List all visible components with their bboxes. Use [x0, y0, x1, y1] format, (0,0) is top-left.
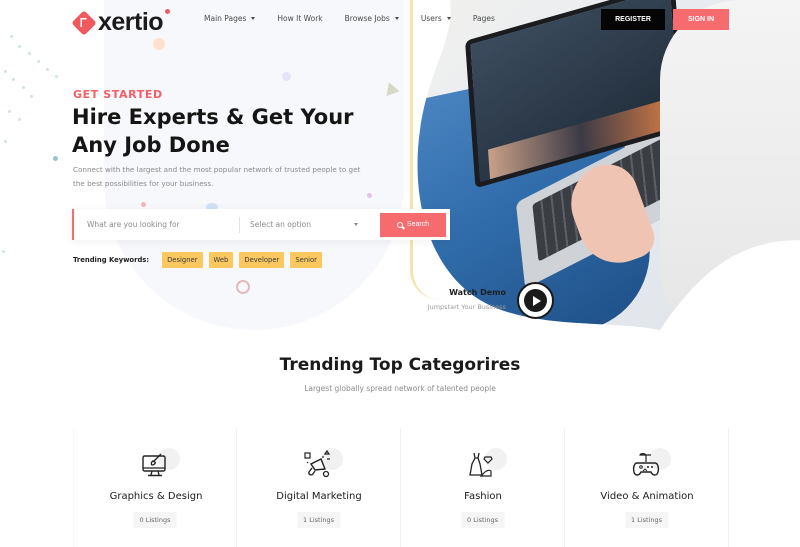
nav-label: Users — [420, 14, 442, 23]
play-button-inner — [524, 289, 547, 312]
category-icon-wrap — [467, 448, 507, 480]
category-card-digital-marketing[interactable]: Digital Marketing 1 Listings — [237, 428, 401, 547]
category-icon-wrap — [140, 448, 180, 480]
keyword-tag[interactable]: Web — [208, 252, 234, 268]
categories-subtitle: Largest globally spread network of talen… — [304, 384, 496, 393]
listings-count: 0 Listings — [460, 512, 505, 528]
watch-demo-title: Watch Demo — [449, 288, 506, 297]
logo-text: xertio — [98, 8, 164, 36]
category-cards: Graphics & Design 0 Listings Digital Mar… — [73, 428, 729, 547]
nav-label: Browse Jobs — [344, 14, 390, 23]
nav-item-pages[interactable]: Pages — [473, 14, 495, 23]
chevron-down-icon — [394, 17, 399, 20]
gamepad-icon — [632, 453, 660, 476]
search-bar: Select an option Search — [72, 209, 450, 240]
logo-dot — [165, 9, 170, 14]
category-title: Fashion — [464, 491, 502, 502]
category-card-fashion[interactable]: Fashion 0 Listings — [401, 428, 565, 547]
play-icon — [532, 295, 541, 306]
hero-image — [410, 0, 800, 332]
trending-keywords: Trending Keywords: Designer Web Develope… — [73, 252, 328, 268]
hero-image-shirt — [660, 0, 800, 330]
category-select[interactable]: Select an option — [240, 209, 368, 240]
category-card-video-animation[interactable]: Video & Animation 1 Listings — [565, 428, 729, 547]
search-button[interactable]: Search — [380, 212, 446, 237]
sign-in-button[interactable]: SIGN IN — [673, 9, 729, 30]
nav-item-users[interactable]: Users — [421, 14, 451, 23]
watch-demo-subtitle: Jumpstart Your Business — [427, 303, 506, 311]
site-logo[interactable]: xertio — [71, 8, 170, 37]
chevron-down-icon — [446, 17, 451, 20]
chevron-down-icon — [354, 223, 358, 226]
decorative-dot — [53, 156, 58, 161]
nav-label: Main Pages — [204, 14, 247, 23]
decorative-dot — [153, 38, 165, 50]
monitor-brush-icon — [142, 453, 166, 477]
listings-count: 0 Listings — [133, 512, 177, 528]
nav-item-how-it-work[interactable]: How It Work — [277, 14, 322, 23]
chevron-down-icon — [251, 17, 256, 20]
dress-icon — [469, 452, 493, 477]
search-button-label: Search — [406, 221, 430, 228]
trending-keywords-label: Trending Keywords: — [73, 256, 150, 264]
search-icon — [396, 221, 403, 228]
keyword-tag[interactable]: Senior — [290, 252, 322, 268]
keyword-tag[interactable]: Designer — [162, 252, 203, 268]
category-select-value: Select an option — [250, 220, 311, 229]
hero-description: Connect with the largest and the most po… — [73, 165, 361, 188]
play-video-button[interactable] — [517, 282, 554, 319]
nav-item-browse-jobs[interactable]: Browse Jobs — [345, 14, 399, 23]
category-title: Video & Animation — [600, 491, 694, 502]
main-nav: Main Pages How It Work Browse Jobs Users… — [204, 14, 517, 23]
hero-eyebrow: GET STARTED — [73, 88, 163, 101]
logo-mark-icon — [71, 9, 97, 36]
nav-label: How It Work — [277, 14, 323, 23]
megaphone-icon — [304, 450, 331, 478]
decorative-dot — [367, 193, 372, 198]
hero-title: Hire Experts & Get Your Any Job Done — [72, 105, 354, 157]
decorative-ring — [236, 280, 250, 294]
decorative-dot — [141, 202, 146, 207]
decorative-dot — [282, 72, 291, 81]
search-input[interactable] — [74, 209, 239, 240]
nav-label: Pages — [472, 14, 495, 23]
category-card-graphics-design[interactable]: Graphics & Design 0 Listings — [73, 428, 237, 547]
category-icon-wrap — [631, 448, 671, 480]
category-title: Graphics & Design — [109, 491, 203, 502]
keyword-tag[interactable]: Developer — [239, 252, 285, 268]
nav-item-main-pages[interactable]: Main Pages — [204, 14, 256, 23]
register-button[interactable]: REGISTER — [601, 9, 665, 30]
categories-title: Trending Top Categorires — [279, 355, 521, 375]
listings-count: 1 Listings — [296, 512, 341, 528]
category-icon-wrap — [303, 448, 343, 480]
category-title: Digital Marketing — [276, 491, 362, 502]
watch-demo-text: Watch Demo Jumpstart Your Business — [414, 288, 506, 311]
listings-count: 1 Listings — [624, 512, 669, 528]
